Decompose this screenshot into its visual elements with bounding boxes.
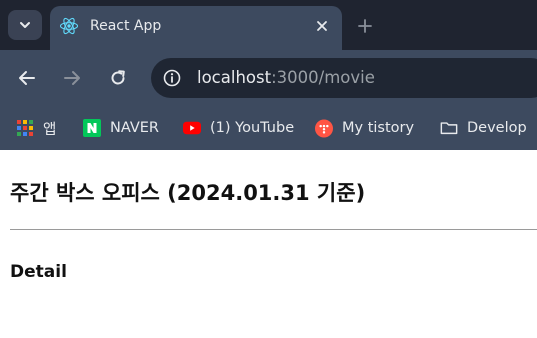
bookmark-label: (1) YouTube: [210, 120, 295, 136]
bookmark-label: NAVER: [110, 120, 159, 136]
url-host: localhost: [197, 68, 272, 87]
divider: [10, 229, 537, 230]
back-button[interactable]: [15, 66, 39, 90]
youtube-icon: [183, 119, 201, 137]
arrow-left-icon: [19, 71, 35, 85]
reload-icon: [111, 70, 125, 85]
info-icon: [163, 69, 181, 87]
naver-icon: [83, 119, 101, 137]
tab-title: React App: [90, 18, 162, 34]
tab-react-app[interactable]: React App: [50, 6, 342, 50]
address-bar[interactable]: localhost:3000/movie: [151, 58, 537, 98]
tab-strip: React App: [0, 0, 537, 50]
bookmark-apps[interactable]: 앱: [16, 116, 56, 140]
new-tab-button[interactable]: [354, 15, 376, 37]
apps-grid-icon: [16, 119, 34, 137]
bookmarks-bar: 앱 NAVER (1) YouTube My tistory Develop: [0, 106, 537, 150]
bookmark-label: Develop: [467, 120, 527, 136]
tab-search-button[interactable]: [8, 10, 42, 40]
browser-toolbar: localhost:3000/movie: [0, 50, 537, 106]
bookmark-label: 앱: [43, 121, 57, 138]
page-title: 주간 박스 오피스 (2024.01.31 기준): [10, 181, 366, 205]
react-logo-icon: [59, 17, 79, 35]
folder-icon: [440, 119, 458, 137]
forward-button[interactable]: [60, 66, 84, 90]
url-path: :3000/movie: [271, 68, 375, 87]
detail-heading: Detail: [10, 262, 67, 282]
page-content: 주간 박스 오피스 (2024.01.31 기준) Detail: [0, 150, 537, 338]
bookmark-tistory[interactable]: My tistory: [315, 116, 414, 140]
bookmark-label: My tistory: [342, 120, 415, 136]
reload-button[interactable]: [106, 66, 130, 90]
plus-icon: [358, 19, 372, 33]
tistory-icon: [315, 119, 333, 137]
close-icon: [317, 21, 327, 31]
chevron-down-icon: [20, 22, 30, 28]
bookmark-folder-develop[interactable]: Develop: [440, 116, 527, 140]
bookmark-naver[interactable]: NAVER: [83, 116, 159, 140]
url-text: localhost:3000/movie: [197, 68, 375, 87]
site-info-button[interactable]: [161, 67, 183, 89]
tab-close-button[interactable]: [312, 16, 332, 36]
arrow-right-icon: [64, 71, 80, 85]
bookmark-youtube[interactable]: (1) YouTube: [183, 116, 294, 140]
